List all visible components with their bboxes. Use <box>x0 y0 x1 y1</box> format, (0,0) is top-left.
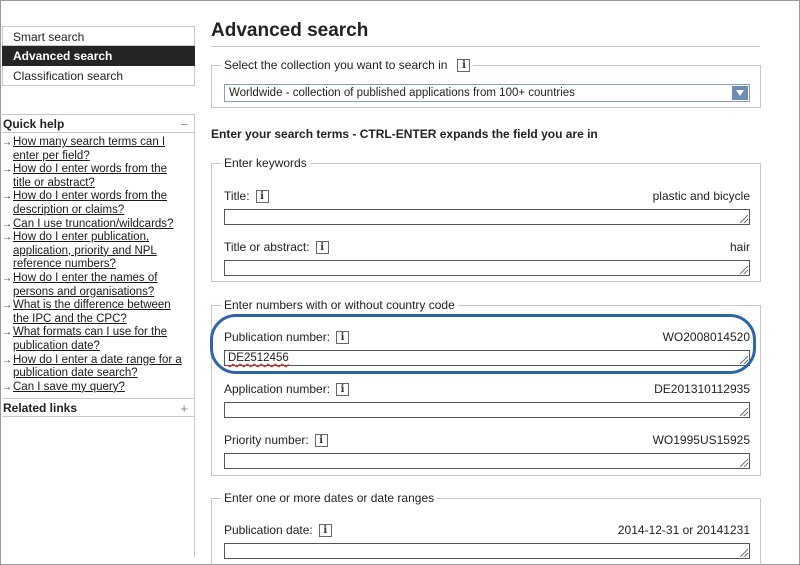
help-item[interactable]: → How do I enter publication, application,… <box>2 231 194 272</box>
page-title: Advanced search <box>211 20 369 41</box>
info-icon[interactable]: i <box>314 433 328 447</box>
keywords-fieldset: Enter keywords Title: i plastic and bicyc… <box>211 156 761 282</box>
help-item[interactable]: → What formats can I use for the publicati… <box>2 326 194 353</box>
title-divider <box>211 46 760 47</box>
title-abstract-input[interactable] <box>224 260 750 276</box>
collection-legend: Select the collection you want to search… <box>221 58 473 72</box>
publication-number-example: WO2008014520 <box>662 330 750 344</box>
chevron-down-icon[interactable] <box>732 86 748 100</box>
help-item[interactable]: → How do I enter words from the descriptio… <box>2 190 194 217</box>
quick-help-header[interactable]: Quick help − <box>2 114 195 133</box>
resize-grip-icon[interactable] <box>740 459 748 467</box>
publication-number-label: Publication number: <box>224 330 331 344</box>
help-link[interactable]: What is the difference between the IPC an… <box>13 299 171 325</box>
keywords-legend: Enter keywords <box>224 156 307 170</box>
arrow-icon: → <box>2 327 12 339</box>
arrow-icon: → <box>2 137 12 148</box>
help-item[interactable]: → How do I enter words from the title or a… <box>2 163 194 190</box>
publication-date-example: 2014-12-31 or 20141231 <box>617 523 750 537</box>
title-label: Title: <box>224 189 250 203</box>
help-link[interactable]: Can I use truncation/wildcards? <box>13 218 173 230</box>
title-example: plastic and bicycle <box>652 189 750 203</box>
priority-number-example: WO1995US15925 <box>652 433 750 447</box>
info-icon[interactable]: i <box>318 523 332 537</box>
related-links-title: Related links <box>3 401 78 416</box>
dates-fieldset: Enter one or more dates or date ranges P… <box>211 491 761 565</box>
resize-grip-icon[interactable] <box>740 549 748 557</box>
help-link[interactable]: How do I enter publication, application, … <box>13 231 157 270</box>
priority-number-input[interactable] <box>224 453 750 469</box>
help-item[interactable]: → What is the difference between the IPC a… <box>2 299 194 326</box>
help-item[interactable]: → Can I use truncation/wildcards? <box>2 218 194 232</box>
application-number-label: Application number: <box>224 382 331 396</box>
arrow-icon: → <box>2 164 12 176</box>
nav-advanced-search[interactable]: Advanced search <box>2 46 195 66</box>
help-link[interactable]: How do I enter words from the description… <box>13 190 167 216</box>
collection-selected-value: Worldwide - collection of published appl… <box>229 87 575 99</box>
sidebar-filler <box>2 417 195 558</box>
help-link[interactable]: What formats can I use for the publicatio… <box>13 326 167 352</box>
arrow-icon: → <box>2 272 12 284</box>
search-instruction: Enter your search terms - CTRL-ENTER exp… <box>211 127 598 141</box>
title-abstract-label: Title or abstract: <box>224 240 310 254</box>
nav-smart-search[interactable]: Smart search <box>2 26 195 46</box>
dates-legend: Enter one or more dates or date ranges <box>224 491 435 505</box>
info-icon[interactable]: i <box>315 240 329 254</box>
application-number-input[interactable] <box>224 402 750 418</box>
priority-number-label: Priority number: <box>224 433 309 447</box>
info-icon[interactable]: i <box>255 189 269 203</box>
arrow-icon: → <box>2 232 12 244</box>
arrow-icon: → <box>2 300 12 312</box>
arrow-icon: → <box>2 191 12 203</box>
quick-help-list: → How many search terms can Ienter per fi… <box>2 133 195 399</box>
help-link[interactable]: How many search terms can Ienter per fie… <box>13 136 165 162</box>
resize-grip-icon[interactable] <box>740 408 748 416</box>
title-abstract-example: hair <box>729 240 750 254</box>
help-link[interactable]: How do I enter a date range for a publica… <box>13 354 182 380</box>
numbers-fieldset: Enter numbers with or without country co… <box>211 298 761 476</box>
collection-fieldset: Select the collection you want to search… <box>211 58 761 108</box>
application-number-example: DE201310112935 <box>654 382 750 396</box>
arrow-icon: → <box>2 218 12 230</box>
help-item[interactable]: → How many search terms can Ienter per fi… <box>2 136 194 163</box>
help-item[interactable]: → Can I save my query? <box>2 381 194 395</box>
arrow-icon: → <box>2 381 12 393</box>
info-icon[interactable]: i <box>336 382 350 396</box>
resize-grip-icon[interactable] <box>740 266 748 274</box>
publication-date-label: Publication date: <box>224 523 313 537</box>
resize-grip-icon[interactable] <box>740 356 748 364</box>
collapse-icon[interactable]: − <box>180 115 188 134</box>
help-link[interactable]: Can I save my query? <box>13 381 125 393</box>
expand-icon[interactable]: + <box>180 399 188 418</box>
help-item[interactable]: → How do I enter the names of persons and … <box>2 272 194 299</box>
quick-help-title: Quick help <box>3 117 65 131</box>
arrow-icon: → <box>2 354 12 366</box>
nav-classification-search[interactable]: Classification search <box>2 66 195 86</box>
help-link[interactable]: How do I enter words from the title or ab… <box>13 163 167 189</box>
publication-date-input[interactable] <box>224 543 750 559</box>
info-icon[interactable]: i <box>336 330 350 344</box>
help-link[interactable]: How do I enter the names of persons and o… <box>13 272 157 298</box>
help-item[interactable]: → How do I enter a date range for a public… <box>2 354 194 381</box>
publication-number-input[interactable]: DE2512456 <box>224 350 750 366</box>
publication-number-value: DE2512456 <box>228 352 289 364</box>
related-links-header[interactable]: Related links + <box>2 398 195 418</box>
sidebar: Smart search Advanced search Classificat… <box>2 26 195 558</box>
numbers-legend: Enter numbers with or without country co… <box>224 298 455 312</box>
title-input[interactable] <box>224 209 750 225</box>
collection-select[interactable]: Worldwide - collection of published appl… <box>224 84 750 102</box>
info-icon[interactable]: i <box>457 58 471 72</box>
resize-grip-icon[interactable] <box>740 215 748 223</box>
